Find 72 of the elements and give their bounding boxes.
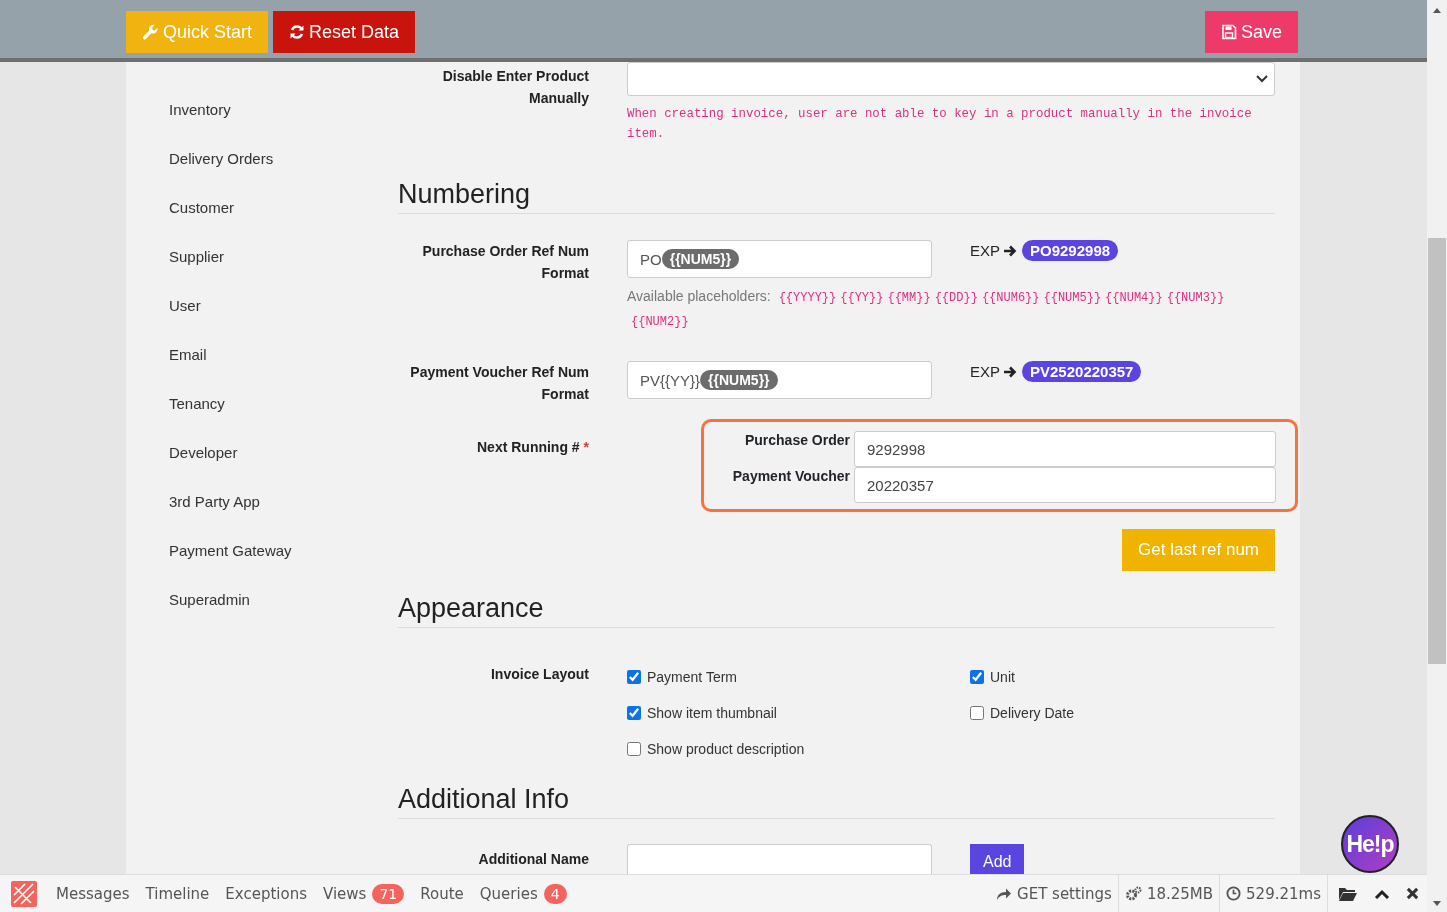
format-input[interactable]: PV{{YY}} {{NUM5}}	[627, 361, 932, 399]
arrow-right-icon	[1003, 244, 1017, 257]
add-button[interactable]: Add	[970, 844, 1025, 874]
scroll-down-icon[interactable]	[1433, 901, 1441, 906]
debug-tab[interactable]: Views 71	[323, 883, 405, 904]
section-heading: Appearance	[398, 591, 1275, 628]
input-field[interactable]: 20220357	[854, 467, 1276, 503]
sidebar-item[interactable]: User	[169, 296, 201, 345]
share-arrow-icon	[996, 886, 1013, 901]
sidebar-item[interactable]: 3rd Party App	[169, 492, 260, 541]
scroll-up-icon[interactable]	[1433, 8, 1441, 13]
exp-label: EXP	[970, 363, 1000, 380]
sidebar-item[interactable]: Delivery Orders	[169, 149, 274, 198]
gears-icon	[1124, 885, 1142, 902]
checkbox[interactable]	[627, 742, 641, 756]
folder-icon[interactable]	[1338, 885, 1358, 902]
route-text: GET settings	[1017, 884, 1112, 903]
field-label: Invoice Layout	[489, 665, 589, 684]
field-label: Disable Enter Product Manually	[441, 67, 589, 108]
scrollbar[interactable]	[1427, 0, 1447, 912]
sidebar-item[interactable]: Superadmin	[169, 590, 250, 639]
debug-tab[interactable]: Queries 4	[479, 883, 567, 904]
debug-tab[interactable]: Timeline	[145, 884, 210, 903]
field-label: Additional Name	[478, 850, 589, 869]
checkbox-label: Show item thumbnail	[647, 705, 777, 721]
caret-up-icon[interactable]	[1374, 888, 1390, 899]
sidebar-item[interactable]: Developer	[169, 443, 238, 492]
section-heading: Additional Info	[398, 782, 1275, 819]
wrench-icon	[142, 23, 159, 41]
chevron-down-icon	[1256, 75, 1268, 83]
logo-icon[interactable]	[11, 880, 37, 907]
checkbox[interactable]	[627, 670, 641, 684]
sidebar-item[interactable]: Email	[169, 345, 207, 394]
placeholders-text: Available placeholders: {{YYYY}} {{YY}} {{MM}} {{DD}} {{NUM6}} {{NUM5}} {{NUM4}} {{NUM3}} {{NUM2}}	[627, 287, 1226, 331]
checkbox[interactable]	[627, 706, 641, 720]
close-icon[interactable]	[1406, 887, 1419, 900]
sidebar-item[interactable]: Payment Gateway	[169, 541, 292, 590]
save-button[interactable]: Save	[1204, 11, 1298, 53]
debug-tab[interactable]: Route	[420, 884, 464, 903]
debug-tab[interactable]: Exceptions	[225, 884, 307, 903]
field-label: Payment Voucher Ref Num Format	[409, 363, 589, 404]
sidebar-item[interactable]: Supplier	[169, 247, 225, 296]
example-badge: PO9292998	[1022, 240, 1119, 261]
sidebar-item[interactable]: Customer	[169, 198, 235, 247]
help-text: When creating invoice, user are not able to key in a product manually in the invoice item.	[627, 106, 1253, 143]
memory-text: 18.25MB	[1146, 884, 1214, 903]
checkbox-label: Payment Term	[647, 669, 737, 685]
counter-label: Purchase Order	[743, 431, 850, 448]
section-heading: Numbering	[398, 177, 1275, 214]
checkbox-label: Show product description	[647, 741, 805, 757]
field-label: Purchase Order Ref Num Format	[421, 242, 589, 283]
checkbox[interactable]	[970, 706, 984, 720]
input-field[interactable]	[627, 844, 932, 874]
format-input[interactable]: PO {{NUM5}}	[627, 240, 932, 278]
reset-data-button[interactable]: Reset Data	[273, 11, 416, 53]
counter-label: Payment Voucher	[731, 467, 850, 484]
sidebar-item[interactable]: Tenancy	[169, 394, 225, 443]
sidebar-item[interactable]: Inventory	[169, 100, 231, 149]
help-button[interactable]: He!p	[1341, 815, 1399, 873]
input-field[interactable]: 9292998	[854, 431, 1276, 467]
checkbox-label: Unit	[990, 669, 1015, 685]
clock-icon	[1226, 886, 1242, 901]
example-badge: PV2520220357	[1022, 361, 1142, 382]
checkbox[interactable]	[970, 670, 984, 684]
exp-label: EXP	[970, 242, 1000, 259]
arrow-right-icon	[1003, 365, 1017, 378]
debug-tab[interactable]: Messages	[56, 884, 130, 903]
time-text: 529.21ms	[1246, 884, 1321, 903]
refresh-icon	[289, 24, 306, 40]
select-field[interactable]	[627, 62, 1275, 96]
field-label: Next Running # *	[477, 439, 589, 455]
checkbox-label: Delivery Date	[990, 705, 1075, 721]
